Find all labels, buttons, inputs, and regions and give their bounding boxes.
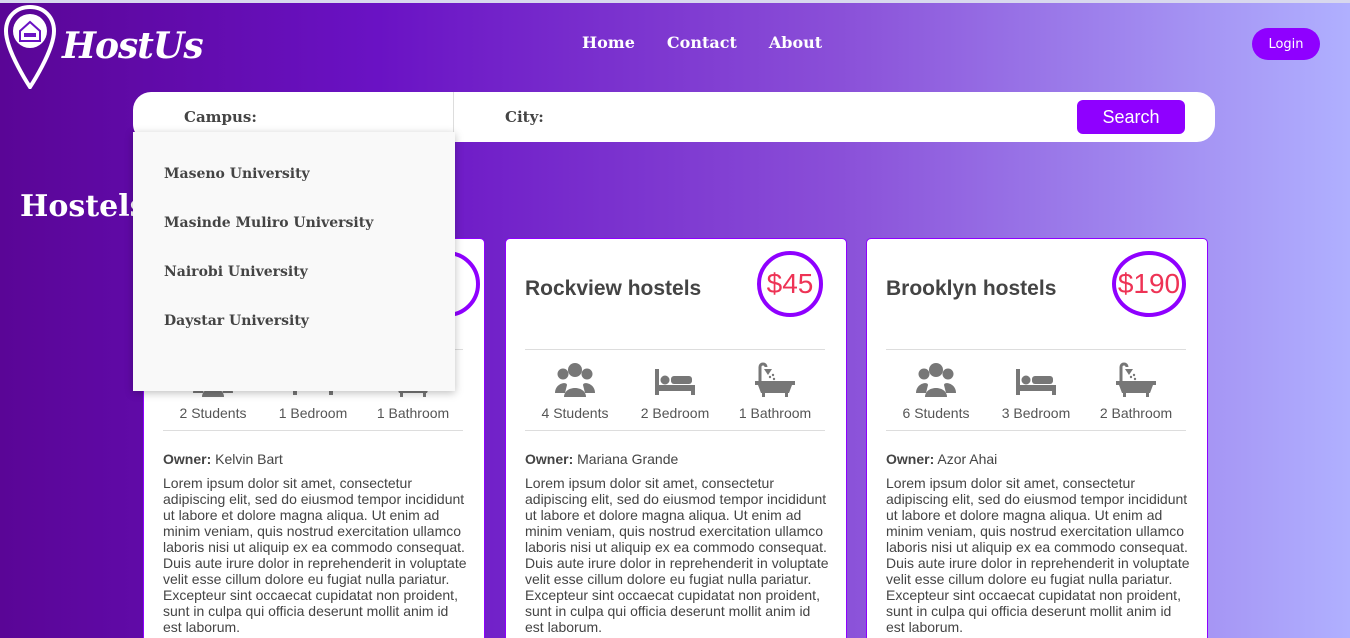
owner-name: Mariana Grande bbox=[577, 451, 679, 467]
bathroom-count: 1 Bathroom bbox=[376, 405, 450, 421]
price-badge: $190 bbox=[1112, 251, 1186, 317]
amenity-bathrooms: 2 Bathroom bbox=[1086, 361, 1186, 421]
owner-name: Kelvin Bart bbox=[215, 451, 283, 467]
amenity-bathrooms: 1 Bathroom bbox=[725, 361, 825, 421]
owner-name: Azor Ahai bbox=[937, 451, 998, 467]
bathroom-count: 2 Bathroom bbox=[1099, 405, 1173, 421]
owner-line: Owner: Kelvin Bart bbox=[163, 451, 283, 467]
section-title: Hostels bbox=[20, 189, 147, 224]
divider bbox=[886, 430, 1186, 431]
location-pin-icon bbox=[4, 5, 56, 89]
bed-icon bbox=[1016, 369, 1056, 395]
amenity-bedrooms: 3 Bedroom bbox=[986, 361, 1086, 421]
divider bbox=[886, 349, 1186, 350]
hostel-description: Lorem ipsum dolor sit amet, consectetur … bbox=[886, 475, 1190, 635]
bedroom-count: 2 Bedroom bbox=[640, 405, 710, 421]
bedroom-count: 3 Bedroom bbox=[1001, 405, 1071, 421]
nav-home-link[interactable]: Home bbox=[582, 33, 635, 52]
brand-name: HostUs bbox=[62, 25, 204, 67]
divider bbox=[525, 349, 825, 350]
search-button[interactable]: Search bbox=[1077, 100, 1185, 134]
divider bbox=[525, 430, 825, 431]
campus-option[interactable]: Daystar University bbox=[164, 313, 309, 329]
students-count: 4 Students bbox=[541, 405, 609, 421]
brand-logo[interactable]: HostUs bbox=[4, 5, 204, 91]
students-count: 2 Students bbox=[179, 405, 247, 421]
campus-option[interactable]: Nairobi University bbox=[164, 264, 308, 280]
owner-line: Owner: Mariana Grande bbox=[525, 451, 678, 467]
city-input[interactable]: City: bbox=[505, 108, 544, 126]
divider bbox=[163, 430, 463, 431]
bed-icon bbox=[655, 369, 695, 395]
bathtub-icon bbox=[755, 362, 795, 397]
owner-label: Owner: bbox=[886, 451, 935, 467]
users-icon bbox=[555, 363, 595, 397]
amenity-students: 4 Students bbox=[525, 361, 625, 421]
bathtub-icon bbox=[1116, 362, 1156, 397]
owner-label: Owner: bbox=[163, 451, 212, 467]
campus-select[interactable]: Campus: bbox=[184, 108, 257, 126]
nav-about-link[interactable]: About bbox=[769, 33, 822, 52]
bedroom-count: 1 Bedroom bbox=[278, 405, 348, 421]
amenity-students: 6 Students bbox=[886, 361, 986, 421]
hostel-card[interactable]: Rockview hostels $45 4 Students 2 Bedroom 1 … bbox=[505, 238, 847, 638]
campus-dropdown: Maseno University Masinde Muliro Univers… bbox=[133, 132, 455, 391]
owner-line: Owner: Azor Ahai bbox=[886, 451, 997, 467]
students-count: 6 Students bbox=[902, 405, 970, 421]
owner-label: Owner: bbox=[525, 451, 574, 467]
login-button[interactable]: Login bbox=[1252, 28, 1320, 60]
amenity-bedrooms: 2 Bedroom bbox=[625, 361, 725, 421]
users-icon bbox=[916, 363, 956, 397]
campus-option[interactable]: Masinde Muliro University bbox=[164, 215, 373, 231]
hostel-name: Brooklyn hostels bbox=[886, 277, 1057, 300]
hostel-description: Lorem ipsum dolor sit amet, consectetur … bbox=[163, 475, 467, 635]
price-badge: $45 bbox=[757, 251, 823, 317]
hostel-card[interactable]: Brooklyn hostels $190 6 Students 3 Bedroom 2… bbox=[866, 238, 1208, 638]
nav-contact-link[interactable]: Contact bbox=[667, 33, 737, 52]
campus-option[interactable]: Maseno University bbox=[164, 166, 310, 182]
bathroom-count: 1 Bathroom bbox=[738, 405, 812, 421]
main-nav: Home Contact About bbox=[582, 33, 854, 52]
hostel-description: Lorem ipsum dolor sit amet, consectetur … bbox=[525, 475, 829, 635]
hostel-name: Rockview hostels bbox=[525, 277, 702, 300]
